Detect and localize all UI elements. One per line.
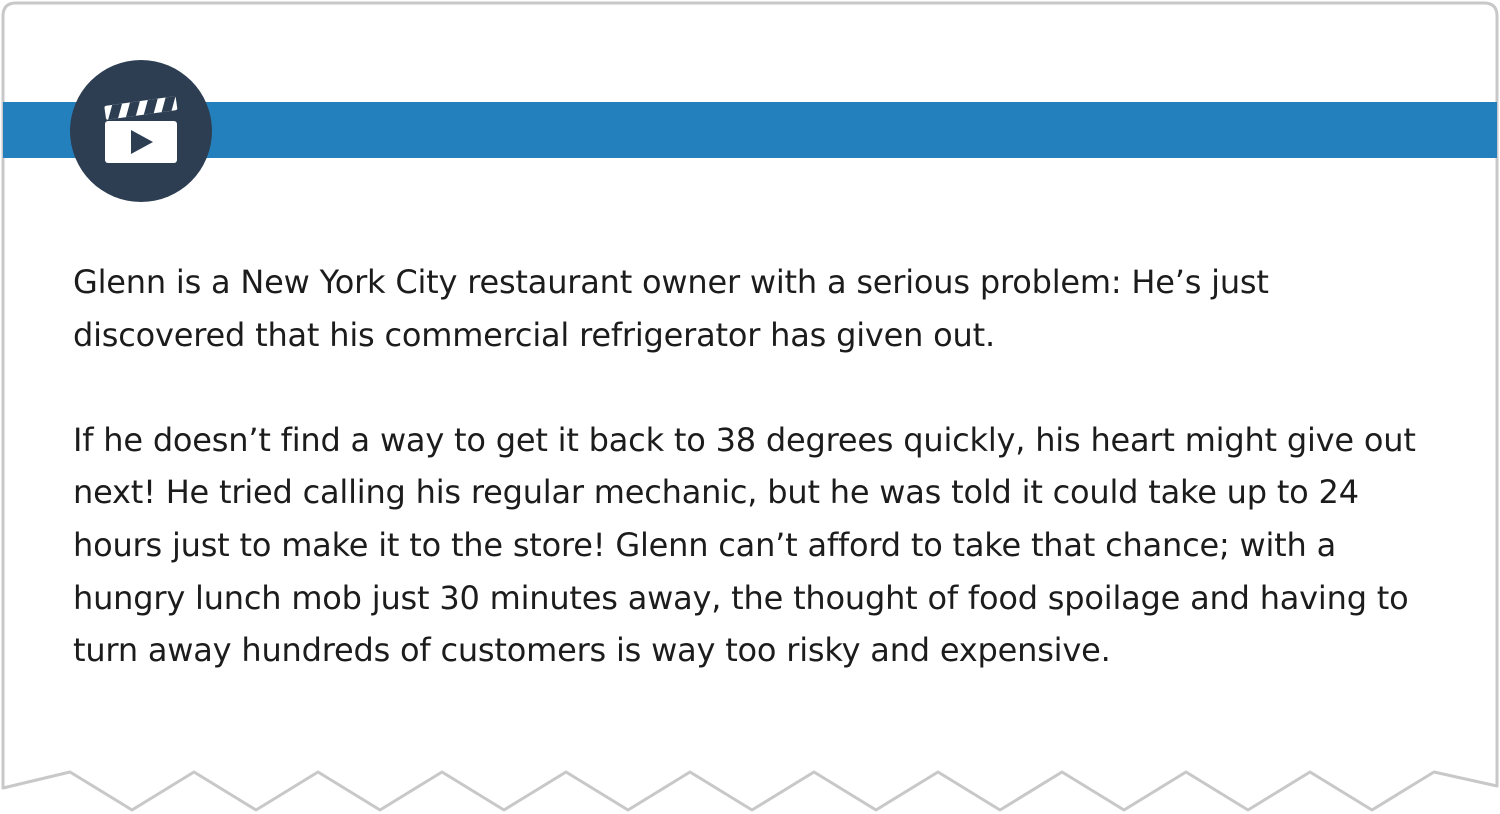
- story-card: Glenn is a New York City restaurant owne…: [0, 0, 1500, 814]
- story-text: Glenn is a New York City restaurant owne…: [73, 256, 1433, 677]
- video-clapperboard-icon: [104, 96, 178, 163]
- paragraph-details: If he doesn’t find a way to get it back …: [73, 420, 1416, 670]
- video-badge: [70, 60, 212, 202]
- header-accent-bar: [3, 102, 1497, 158]
- paragraph-intro: Glenn is a New York City restaurant owne…: [73, 263, 1269, 354]
